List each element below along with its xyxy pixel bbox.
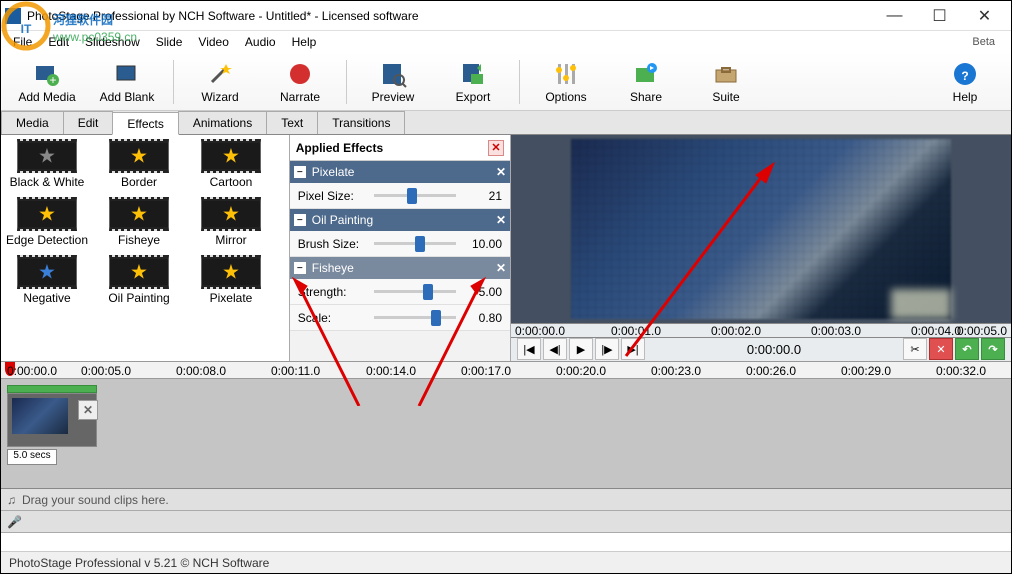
audio-hint: Drag your sound clips here. bbox=[22, 493, 169, 507]
fx-fisheye[interactable]: ★Fisheye bbox=[97, 197, 181, 247]
titlebar: PhotoStage Professional by NCH Software … bbox=[1, 1, 1011, 31]
pixelate-size-param: Pixel Size:21 bbox=[290, 183, 510, 209]
menu-audio[interactable]: Audio bbox=[237, 33, 284, 51]
clip-thumbnail bbox=[12, 398, 68, 434]
toolbar: +Add Media Add Blank Wizard Narrate Prev… bbox=[1, 53, 1011, 111]
tab-text[interactable]: Text bbox=[266, 111, 318, 134]
timeline-track[interactable]: ✕ 5.0 secs bbox=[1, 379, 1011, 489]
clip-remove-button[interactable]: ✕ bbox=[78, 400, 98, 420]
remove-pixelate[interactable]: ✕ bbox=[496, 165, 506, 179]
tab-effects[interactable]: Effects bbox=[112, 112, 178, 135]
step-forward-button[interactable]: |▶ bbox=[595, 338, 619, 360]
undo-button[interactable]: ↶ bbox=[955, 338, 979, 360]
redo-button[interactable]: ↷ bbox=[981, 338, 1005, 360]
fx-mirror[interactable]: ★Mirror bbox=[189, 197, 273, 247]
window-title: PhotoStage Professional by NCH Software … bbox=[27, 9, 872, 23]
menu-file[interactable]: File bbox=[5, 33, 40, 51]
add-blank-button[interactable]: Add Blank bbox=[87, 58, 167, 106]
preview-button[interactable]: Preview bbox=[353, 58, 433, 106]
audio-track[interactable]: ♫ Drag your sound clips here. bbox=[1, 489, 1011, 511]
status-text: PhotoStage Professional v 5.21 © NCH Sof… bbox=[9, 556, 269, 570]
oil-brush-param: Brush Size:10.00 bbox=[290, 231, 510, 257]
tab-transitions[interactable]: Transitions bbox=[317, 111, 405, 134]
go-end-button[interactable]: ▶| bbox=[621, 338, 645, 360]
fisheye-scale-slider[interactable] bbox=[374, 316, 456, 319]
applied-effects-close[interactable]: ✕ bbox=[488, 140, 504, 156]
help-button[interactable]: ?Help bbox=[925, 58, 1005, 106]
applied-effects-title: Applied Effects bbox=[296, 141, 383, 155]
preview-ruler[interactable]: 0:00:00.0 0:00:01.0 0:00:02.0 0:00:03.0 … bbox=[511, 323, 1011, 338]
wizard-button[interactable]: Wizard bbox=[180, 58, 260, 106]
fx-pixelate[interactable]: ★Pixelate bbox=[189, 255, 273, 305]
remove-oil[interactable]: ✕ bbox=[496, 213, 506, 227]
tab-edit[interactable]: Edit bbox=[63, 111, 114, 134]
fx-border[interactable]: ★Border bbox=[97, 139, 181, 189]
tabs-row: Media Edit Effects Animations Text Trans… bbox=[1, 111, 1011, 135]
effects-grid: ★Black & White ★Border ★Cartoon ★Edge De… bbox=[1, 135, 289, 361]
menu-slideshow[interactable]: Slideshow bbox=[77, 33, 148, 51]
fx-cartoon[interactable]: ★Cartoon bbox=[189, 139, 273, 189]
timeline-ruler[interactable]: 0:00:00.0 0:00:05.0 0:00:08.0 0:00:11.0 … bbox=[1, 361, 1011, 379]
menu-help[interactable]: Help bbox=[284, 33, 325, 51]
mic-icon: 🎤 bbox=[7, 515, 22, 529]
fx-edge-detection[interactable]: ★Edge Detection bbox=[5, 197, 89, 247]
pixelate-size-slider[interactable] bbox=[374, 194, 456, 197]
beta-label: Beta bbox=[964, 34, 1003, 50]
menu-slide[interactable]: Slide bbox=[148, 33, 191, 51]
applied-effects-panel: Applied Effects ✕ −Pixelate✕ Pixel Size:… bbox=[289, 135, 511, 361]
music-note-icon: ♫ bbox=[7, 493, 16, 507]
suite-button[interactable]: Suite bbox=[686, 58, 766, 106]
share-button[interactable]: Share bbox=[606, 58, 686, 106]
go-start-button[interactable]: |◀ bbox=[517, 338, 541, 360]
remove-fisheye[interactable]: ✕ bbox=[496, 261, 506, 275]
fx-black-white[interactable]: ★Black & White bbox=[5, 139, 89, 189]
preview-controls: |◀ ◀| ▶ |▶ ▶| 0:00:00.0 ✂ ✕ ↶ ↷ bbox=[511, 338, 1011, 361]
play-button[interactable]: ▶ bbox=[569, 338, 593, 360]
preview-panel: 0:00:00.0 0:00:01.0 0:00:02.0 0:00:03.0 … bbox=[511, 135, 1011, 361]
applied-fisheye-header[interactable]: −Fisheye✕ bbox=[290, 257, 510, 279]
menu-video[interactable]: Video bbox=[190, 33, 236, 51]
svg-text:+: + bbox=[49, 73, 56, 87]
maximize-button[interactable]: ☐ bbox=[917, 2, 962, 30]
collapse-icon[interactable]: − bbox=[294, 262, 306, 274]
fisheye-scale-param: Scale:0.80 bbox=[290, 305, 510, 331]
preview-video bbox=[511, 135, 1011, 323]
menu-edit[interactable]: Edit bbox=[40, 33, 77, 51]
export-button[interactable]: Export bbox=[433, 58, 513, 106]
minimize-button[interactable]: — bbox=[872, 2, 917, 30]
fx-negative[interactable]: ★Negative bbox=[5, 255, 89, 305]
preview-image bbox=[571, 139, 951, 319]
app-icon bbox=[5, 8, 21, 24]
timeline-clip[interactable]: ✕ 5.0 secs bbox=[7, 385, 97, 465]
narration-track[interactable]: 🎤 bbox=[1, 511, 1011, 533]
clip-duration[interactable]: 5.0 secs bbox=[7, 449, 57, 465]
fisheye-strength-param: Strength:5.00 bbox=[290, 279, 510, 305]
svg-text:?: ? bbox=[961, 69, 968, 83]
options-button[interactable]: Options bbox=[526, 58, 606, 106]
close-button[interactable]: ✕ bbox=[962, 2, 1007, 30]
statusbar: PhotoStage Professional v 5.21 © NCH Sof… bbox=[1, 551, 1011, 573]
add-media-button[interactable]: +Add Media bbox=[7, 58, 87, 106]
step-back-button[interactable]: ◀| bbox=[543, 338, 567, 360]
menubar: File Edit Slideshow Slide Video Audio He… bbox=[1, 31, 1011, 53]
collapse-icon[interactable]: − bbox=[294, 214, 306, 226]
delete-button[interactable]: ✕ bbox=[929, 338, 953, 360]
tab-animations[interactable]: Animations bbox=[178, 111, 267, 134]
preview-time: 0:00:00.0 bbox=[647, 342, 901, 357]
tab-media[interactable]: Media bbox=[1, 111, 64, 134]
fx-oil-painting[interactable]: ★Oil Painting bbox=[97, 255, 181, 305]
crop-button[interactable]: ✂ bbox=[903, 338, 927, 360]
applied-oil-header[interactable]: −Oil Painting✕ bbox=[290, 209, 510, 231]
applied-pixelate-header[interactable]: −Pixelate✕ bbox=[290, 161, 510, 183]
fisheye-strength-slider[interactable] bbox=[374, 290, 456, 293]
collapse-icon[interactable]: − bbox=[294, 166, 306, 178]
narrate-button[interactable]: Narrate bbox=[260, 58, 340, 106]
oil-brush-slider[interactable] bbox=[374, 242, 456, 245]
